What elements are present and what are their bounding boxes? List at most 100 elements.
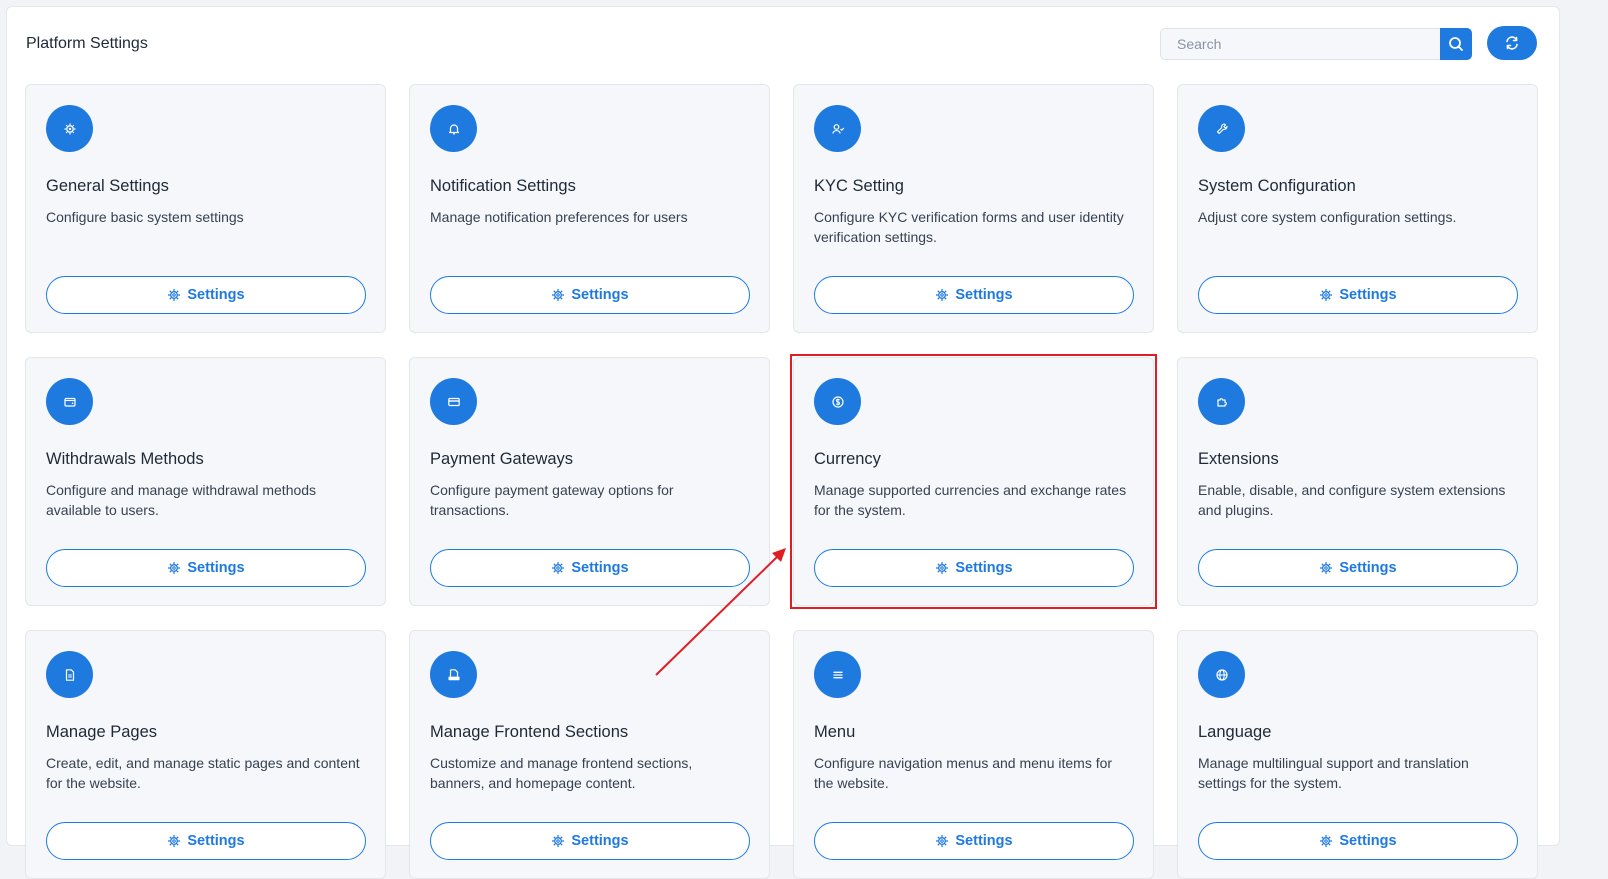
credit-card-icon xyxy=(447,397,460,406)
gear-icon xyxy=(168,289,181,301)
extensions-settings-button[interactable]: Settings xyxy=(1198,549,1518,587)
language-settings-button[interactable]: Settings xyxy=(1198,822,1518,860)
settings-button-label: Settings xyxy=(571,560,629,576)
gear-icon xyxy=(64,123,75,134)
card-description: Manage supported currencies and exchange… xyxy=(814,482,1127,518)
gear-icon xyxy=(168,562,181,574)
currency-settings-button[interactable]: Settings xyxy=(814,549,1134,587)
card-title: System Configuration xyxy=(1198,177,1356,195)
bell-icon-badge xyxy=(430,105,477,152)
card-title: Language xyxy=(1198,723,1272,741)
gear-icon xyxy=(552,289,565,301)
settings-card-currency: Currency Manage supported currencies and … xyxy=(793,357,1154,606)
search-button[interactable] xyxy=(1440,28,1472,60)
document-icon-badge xyxy=(46,651,93,698)
manage-frontend-sections-settings-button[interactable]: Settings xyxy=(430,822,750,860)
card-title: Payment Gateways xyxy=(430,450,574,468)
menu-icon-badge xyxy=(814,651,861,698)
credit-card-icon-badge xyxy=(430,378,477,425)
gear-icon xyxy=(552,835,565,847)
settings-grid: General Settings Configure basic system s… xyxy=(25,84,1538,879)
settings-card-language: Language Manage multilingual support and … xyxy=(1177,630,1538,879)
card-description: Customize and manage frontend sections, … xyxy=(430,755,693,791)
gear-icon xyxy=(936,835,949,847)
card-title: General Settings xyxy=(46,177,169,195)
page-title: Platform Settings xyxy=(26,35,148,52)
settings-button-label: Settings xyxy=(955,560,1013,576)
wrench-icon-badge xyxy=(1198,105,1245,152)
settings-card-extensions: Extensions Enable, disable, and configure… xyxy=(1177,357,1538,606)
dollar-icon xyxy=(831,395,844,408)
settings-button-label: Settings xyxy=(955,833,1013,849)
settings-button-label: Settings xyxy=(187,560,245,576)
menu-settings-button[interactable]: Settings xyxy=(814,822,1134,860)
gear-icon xyxy=(1320,835,1333,847)
card-title: Extensions xyxy=(1198,450,1279,468)
manage-pages-settings-button[interactable]: Settings xyxy=(46,822,366,860)
general-settings-settings-button[interactable]: Settings xyxy=(46,276,366,314)
card-description: Create, edit, and manage static pages an… xyxy=(46,755,360,791)
search-box xyxy=(1160,28,1472,60)
dollar-icon-badge xyxy=(814,378,861,425)
card-title: Currency xyxy=(814,450,881,468)
card-description: Manage notification preferences for user… xyxy=(430,209,688,225)
gear-icon xyxy=(1320,289,1333,301)
settings-button-label: Settings xyxy=(1339,560,1397,576)
payment-gateways-settings-button[interactable]: Settings xyxy=(430,549,750,587)
bell-icon xyxy=(448,123,459,134)
settings-card-notification-settings: Notification Settings Manage notification… xyxy=(409,84,770,333)
gear-icon-badge xyxy=(46,105,93,152)
card-title: Manage Frontend Sections xyxy=(430,723,629,741)
globe-icon-badge xyxy=(1198,651,1245,698)
html-icon-badge xyxy=(430,651,477,698)
menu-icon xyxy=(832,671,843,678)
card-description: Configure KYC verification forms and use… xyxy=(814,209,1124,245)
wallet-icon xyxy=(63,397,76,407)
puzzle-icon-badge xyxy=(1198,378,1245,425)
notification-settings-settings-button[interactable]: Settings xyxy=(430,276,750,314)
gear-icon xyxy=(552,562,565,574)
settings-card-payment-gateways: Payment Gateways Configure payment gatewa… xyxy=(409,357,770,606)
wallet-icon-badge xyxy=(46,378,93,425)
html-icon xyxy=(448,668,459,680)
kyc-setting-settings-button[interactable]: Settings xyxy=(814,276,1134,314)
card-description: Configure payment gateway options for tr… xyxy=(430,482,674,518)
card-title: Withdrawals Methods xyxy=(46,450,204,468)
settings-button-label: Settings xyxy=(1339,287,1397,303)
settings-button-label: Settings xyxy=(187,287,245,303)
wrench-icon xyxy=(1216,122,1228,134)
settings-card-menu: Menu Configure navigation menus and menu … xyxy=(793,630,1154,879)
withdrawals-methods-settings-button[interactable]: Settings xyxy=(46,549,366,587)
gear-icon xyxy=(1320,562,1333,574)
globe-icon xyxy=(1215,668,1228,681)
gear-icon xyxy=(936,562,949,574)
user-check-icon xyxy=(831,123,844,134)
card-description: Configure basic system settings xyxy=(46,209,244,225)
refresh-button[interactable] xyxy=(1487,26,1537,60)
search-icon xyxy=(1449,37,1463,51)
settings-button-label: Settings xyxy=(571,287,629,303)
gear-icon xyxy=(936,289,949,301)
card-description: Adjust core system configuration setting… xyxy=(1198,209,1457,225)
refresh-icon xyxy=(1506,36,1518,50)
settings-button-label: Settings xyxy=(187,833,245,849)
document-icon xyxy=(65,668,74,681)
card-description: Configure and manage withdrawal methods … xyxy=(46,482,317,518)
settings-card-withdrawals-methods: Withdrawals Methods Configure and manage … xyxy=(25,357,386,606)
search-input[interactable] xyxy=(1160,28,1440,60)
settings-card-system-configuration: System Configuration Adjust core system c… xyxy=(1177,84,1538,333)
settings-card-manage-pages: Manage Pages Create, edit, and manage sta… xyxy=(25,630,386,879)
card-description: Configure navigation menus and menu item… xyxy=(814,755,1113,791)
settings-button-label: Settings xyxy=(1339,833,1397,849)
card-description: Manage multilingual support and translat… xyxy=(1198,755,1469,791)
puzzle-icon xyxy=(1216,397,1227,407)
card-title: Manage Pages xyxy=(46,723,157,741)
settings-card-kyc-setting: KYC Setting Configure KYC verification fo… xyxy=(793,84,1154,333)
system-configuration-settings-button[interactable]: Settings xyxy=(1198,276,1518,314)
card-title: Notification Settings xyxy=(430,177,576,195)
card-title: KYC Setting xyxy=(814,177,904,195)
settings-button-label: Settings xyxy=(955,287,1013,303)
settings-card-manage-frontend-sections: Manage Frontend Sections Customize and ma… xyxy=(409,630,770,879)
settings-button-label: Settings xyxy=(571,833,629,849)
card-title: Menu xyxy=(814,723,856,741)
